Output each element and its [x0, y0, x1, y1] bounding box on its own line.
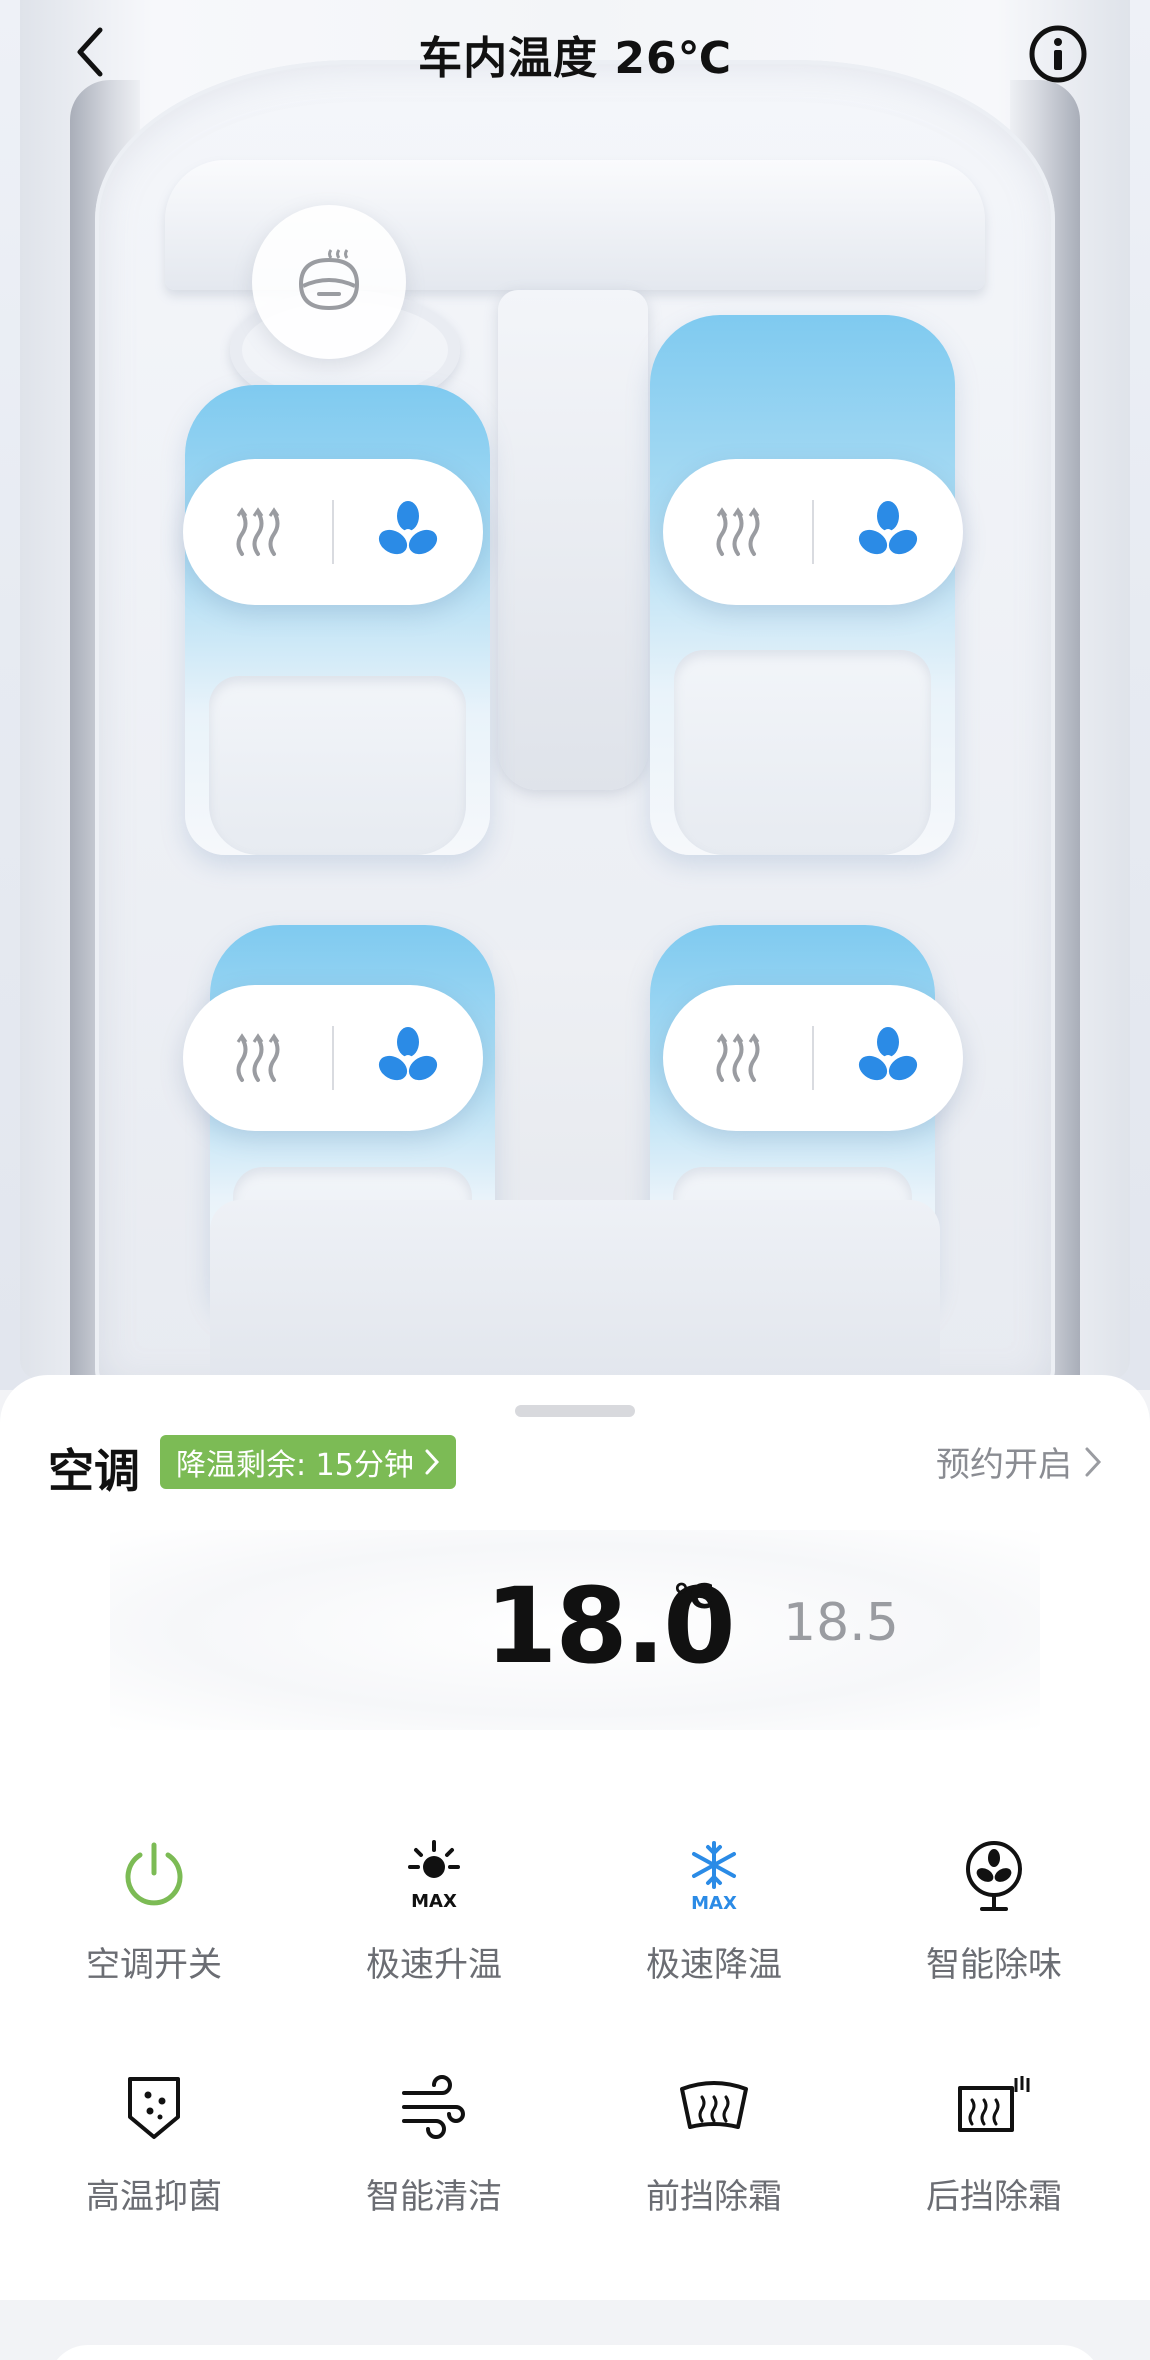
snowflake-max-icon: MAX [691, 1841, 737, 1913]
seat-heat-button[interactable] [663, 459, 812, 605]
schedule-label: 预约开启 [936, 1445, 1072, 1485]
fan-icon [379, 501, 438, 555]
center-console [498, 290, 648, 790]
seat-heat-button[interactable] [663, 985, 812, 1131]
sterilize-button[interactable]: 高温抑菌 [14, 2067, 294, 2237]
seat-control-front-right [663, 459, 963, 605]
func-label: 高温抑菌 [86, 2177, 222, 2217]
func-label: 智能清洁 [366, 2177, 502, 2217]
seat-heat-icon [236, 507, 279, 556]
rear-defrost-icon [958, 2076, 1030, 2132]
func-label: 极速降温 [646, 1945, 782, 1985]
rear-defrost-button[interactable]: 后挡除霜 [854, 2067, 1134, 2237]
fan-icon [859, 501, 918, 555]
chevron-right-icon [425, 1449, 439, 1475]
seat-heat-icon [716, 507, 759, 556]
chevron-right-icon [1085, 1447, 1102, 1476]
temperature-unit: ℃ [673, 1577, 715, 1617]
seat-heat-button[interactable] [183, 985, 332, 1131]
countdown-badge[interactable]: 降温剩余: 15分钟 [160, 1435, 456, 1489]
seat-vent-button[interactable] [814, 985, 963, 1131]
ac-power-button[interactable]: 空调开关 [14, 1835, 294, 2005]
quick-heat-button[interactable]: MAX 极速升温 [294, 1835, 574, 2005]
ac-panel: 空调 降温剩余: 15分钟 预约开启 18.0 ℃ 18.5 空调开关 MAX … [0, 1375, 1150, 2300]
rear-bench [210, 1200, 940, 1380]
wind-clean-icon [402, 2075, 465, 2139]
seat-control-rear-right [663, 985, 963, 1131]
seat-heat-icon [716, 1033, 759, 1082]
steering-heat-button[interactable] [252, 205, 406, 359]
func-label: 前挡除霜 [646, 2177, 782, 2217]
svg-text:MAX: MAX [691, 1893, 737, 1913]
func-label: 空调开关 [86, 1945, 222, 1985]
deodorize-fan-icon [966, 1841, 1022, 1911]
seat-control-front-left [183, 459, 483, 605]
seat-vent-button[interactable] [334, 459, 483, 605]
seat-vent-button[interactable] [334, 985, 483, 1131]
seat-vent-button[interactable] [814, 459, 963, 605]
smart-clean-button[interactable]: 智能清洁 [294, 2067, 574, 2237]
front-defrost-button[interactable]: 前挡除霜 [574, 2067, 854, 2237]
next-card [48, 2345, 1102, 2360]
fan-icon [379, 1027, 438, 1081]
page-title: 车内温度 26℃ [418, 33, 732, 84]
svg-text:MAX: MAX [411, 1891, 457, 1912]
info-button[interactable] [1026, 22, 1090, 86]
sterilize-shield-icon [128, 2077, 180, 2139]
func-label: 后挡除霜 [926, 2177, 1062, 2217]
sun-max-icon: MAX [408, 1840, 460, 1912]
ac-title: 空调 [48, 1444, 140, 1498]
schedule-link[interactable]: 预约开启 [936, 1437, 1102, 1486]
info-circle-icon [1029, 25, 1087, 83]
next-temperature[interactable]: 18.5 [783, 1593, 899, 1653]
front-defrost-icon [680, 2081, 748, 2129]
car-view [0, 0, 1150, 1390]
func-label: 极速升温 [366, 1945, 502, 1985]
header: 车内温度 26℃ [0, 0, 1150, 110]
power-icon [125, 1842, 183, 1906]
deodorize-button[interactable]: 智能除味 [854, 1835, 1134, 2005]
quick-cool-button[interactable]: MAX 极速降温 [574, 1835, 854, 2005]
func-label: 智能除味 [926, 1945, 1062, 1985]
seat-control-rear-left [183, 985, 483, 1131]
seat-heat-icon [236, 1033, 279, 1082]
drag-handle[interactable] [515, 1405, 635, 1417]
fan-icon [859, 1027, 918, 1081]
countdown-text: 降温剩余: 15分钟 [176, 1448, 414, 1483]
seat-heat-button[interactable] [183, 459, 332, 605]
steering-wheel-heat-icon [298, 249, 360, 311]
seat-front-left [185, 385, 490, 855]
